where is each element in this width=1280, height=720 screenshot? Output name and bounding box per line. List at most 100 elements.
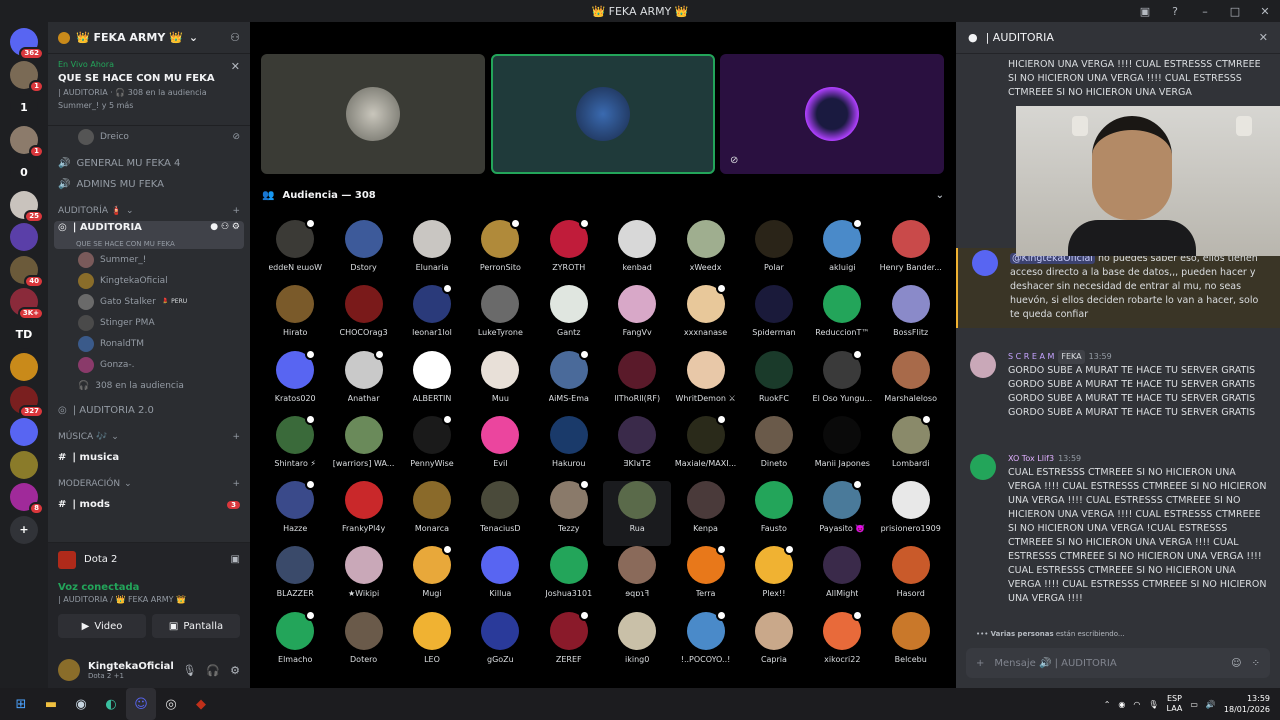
server-icon[interactable] bbox=[10, 353, 38, 381]
audience-member[interactable]: WhritDemon ⚔ bbox=[671, 350, 739, 416]
emoji-icon[interactable]: ☺ bbox=[1231, 658, 1241, 669]
audience-member[interactable]: BLAZZER bbox=[261, 546, 329, 611]
add-channel-icon[interactable]: + bbox=[232, 479, 240, 489]
audience-member[interactable]: FangVv bbox=[603, 285, 671, 350]
speaker-tile-active[interactable] bbox=[491, 54, 715, 174]
audience-member[interactable]: !..POCOYO..! bbox=[671, 609, 739, 677]
headphones-icon[interactable]: 🎧 bbox=[206, 664, 220, 677]
server-icon[interactable]: + bbox=[10, 515, 38, 544]
language-indicator[interactable]: ESP LAA bbox=[1167, 694, 1183, 714]
category-auditoria[interactable]: AUDITORÍA 🧯 ⌄ + bbox=[48, 201, 250, 221]
audience-member[interactable]: Marshaleloso bbox=[877, 350, 945, 416]
server-icon[interactable]: 327 bbox=[10, 385, 44, 418]
channel-general[interactable]: 🔊 GENERAL MU FEKA 4 bbox=[48, 153, 250, 174]
audience-member[interactable]: Hakurou bbox=[535, 415, 603, 481]
help-icon[interactable]: ? bbox=[1160, 5, 1190, 18]
server-icon[interactable]: 1 bbox=[10, 60, 44, 93]
audience-member[interactable]: AiMS-Ema bbox=[535, 348, 603, 416]
server-icon[interactable]: 8 bbox=[10, 483, 44, 515]
windows-start-icon[interactable]: ⊞ bbox=[6, 688, 36, 720]
message-author[interactable]: S C R E A M bbox=[1008, 350, 1054, 364]
dota-icon[interactable]: ◆ bbox=[186, 688, 216, 720]
live-stage-card[interactable]: En Vivo Ahora QUE SE HACE CON MU FEKA | … bbox=[48, 54, 250, 126]
audience-member[interactable]: lIThoRll(RF) bbox=[603, 350, 671, 416]
audience-member[interactable]: PerronSito bbox=[466, 220, 534, 285]
steam-icon[interactable]: ◉ bbox=[66, 688, 96, 720]
close-window-button[interactable]: ✕ bbox=[1250, 5, 1280, 18]
audience-member[interactable]: Joshua3101 bbox=[535, 546, 603, 611]
audience-member[interactable]: Elunaria bbox=[398, 220, 466, 285]
audience-member[interactable]: Polar bbox=[740, 220, 808, 285]
avatar[interactable] bbox=[970, 352, 996, 378]
microphone-icon[interactable]: 🎙 bbox=[1148, 700, 1158, 709]
voice-user-row[interactable]: Gonza-. bbox=[48, 354, 250, 375]
speaker-tile[interactable] bbox=[261, 54, 485, 174]
audience-member[interactable]: Hazze bbox=[261, 479, 329, 546]
wifi-icon[interactable]: ◠ bbox=[1133, 700, 1140, 709]
close-icon[interactable]: ✕ bbox=[231, 60, 240, 73]
audience-member[interactable]: LEO bbox=[398, 611, 466, 677]
audience-member[interactable]: akluigi bbox=[808, 220, 876, 285]
audience-member[interactable]: xikocri22 bbox=[808, 609, 876, 677]
server-icon[interactable]: 3K+ bbox=[10, 288, 44, 320]
voice-user-row[interactable]: Stinger PMA bbox=[48, 312, 250, 333]
audience-member[interactable]: Henry Bander... bbox=[877, 220, 945, 285]
avatar[interactable] bbox=[970, 454, 996, 480]
add-attachment-icon[interactable]: + bbox=[976, 658, 984, 669]
audience-member[interactable]: Spiderman bbox=[740, 285, 808, 350]
server-icon[interactable]: 362 bbox=[10, 28, 44, 60]
voice-user-row[interactable]: RonaldTM bbox=[48, 333, 250, 354]
audience-member[interactable]: Fausto bbox=[740, 481, 808, 546]
avatar[interactable] bbox=[972, 250, 998, 276]
inbox-icon[interactable]: ▣ bbox=[1130, 5, 1160, 18]
speaker-tile[interactable]: ⊘ bbox=[720, 54, 944, 174]
voice-server[interactable]: | AUDITORIA / 👑 FEKA ARMY 👑 bbox=[58, 595, 240, 604]
server-icon[interactable]: 1 bbox=[10, 125, 44, 158]
add-member-icon[interactable]: ⚇ bbox=[230, 31, 240, 44]
guild-header[interactable]: 👑 FEKA ARMY 👑 ⌄ ⚇ bbox=[48, 22, 250, 54]
audience-member[interactable]: Payasito 👿 bbox=[808, 479, 876, 546]
screen-share-button[interactable]: ▣ Pantalla bbox=[152, 614, 240, 638]
server-icon[interactable] bbox=[10, 223, 38, 251]
display-icon[interactable]: ▭ bbox=[1190, 700, 1198, 709]
audience-member[interactable]: PennyWise bbox=[398, 413, 466, 481]
gear-icon[interactable]: ⚙ bbox=[230, 664, 240, 677]
channel-mods[interactable]: # | mods 3 bbox=[48, 494, 250, 515]
audience-member[interactable]: Kenpa bbox=[671, 481, 739, 546]
server-icon[interactable] bbox=[10, 450, 38, 479]
channel-admins[interactable]: 🔊 ADMINS MU FEKA bbox=[48, 174, 250, 195]
audience-member[interactable]: ZEREF bbox=[535, 609, 603, 677]
message-input[interactable]: Mensaje 🔊 | AUDITORIA bbox=[994, 658, 1116, 669]
voice-user-row[interactable]: Dreico ⊘ bbox=[48, 126, 250, 147]
tray-icon[interactable]: ◉ bbox=[1118, 700, 1125, 709]
clock[interactable]: 13:59 18/01/2026 bbox=[1224, 693, 1270, 715]
audience-member[interactable]: Tezzy bbox=[535, 479, 603, 546]
audience-member[interactable]: Shintaro ⚡ bbox=[261, 413, 329, 481]
channel-musica[interactable]: # | musica bbox=[48, 447, 250, 468]
audience-member[interactable]: iking0 bbox=[603, 611, 671, 677]
audience-member[interactable]: LukeTyrone bbox=[466, 285, 534, 350]
edge-icon[interactable]: ◐ bbox=[96, 688, 126, 720]
audience-member[interactable]: Killua bbox=[466, 546, 534, 611]
audience-member[interactable]: Muu bbox=[466, 350, 534, 416]
voice-user-row[interactable]: KingtekaOficial bbox=[48, 270, 250, 291]
audience-member[interactable]: Gantz bbox=[535, 285, 603, 350]
audience-count-row[interactable]: 🎧 308 en la audiencia bbox=[48, 375, 250, 396]
avatar[interactable] bbox=[58, 659, 80, 681]
audience-member[interactable]: Elmacho bbox=[261, 609, 329, 677]
channel-auditoria2[interactable]: ◎ | AUDITORIA 2.0 bbox=[48, 400, 250, 421]
audience-member[interactable]: TenaciusD bbox=[466, 481, 534, 546]
game-overlay-icon[interactable]: ▣ bbox=[231, 554, 240, 565]
audience-member[interactable]: Maxiale/MAXI... bbox=[671, 413, 739, 481]
audience-member[interactable]: FrankyPl4y bbox=[329, 481, 397, 546]
audience-member[interactable]: gGoZu bbox=[466, 611, 534, 677]
audience-member[interactable]: Dotero bbox=[329, 611, 397, 677]
apps-icon[interactable]: ⁘ bbox=[1252, 658, 1260, 669]
server-icon[interactable]: 40 bbox=[10, 255, 44, 288]
voice-user-row[interactable]: Summer_! bbox=[48, 249, 250, 270]
obs-icon[interactable]: ◎ bbox=[156, 688, 186, 720]
server-icon[interactable]: 1 bbox=[10, 93, 38, 121]
category-musica[interactable]: MÚSICA 🎶 ⌄ + bbox=[48, 427, 250, 447]
game-activity[interactable]: Dota 2 ▣ bbox=[48, 542, 250, 576]
audience-header[interactable]: 👥 Audiencia — 308 ⌄ bbox=[250, 182, 956, 208]
